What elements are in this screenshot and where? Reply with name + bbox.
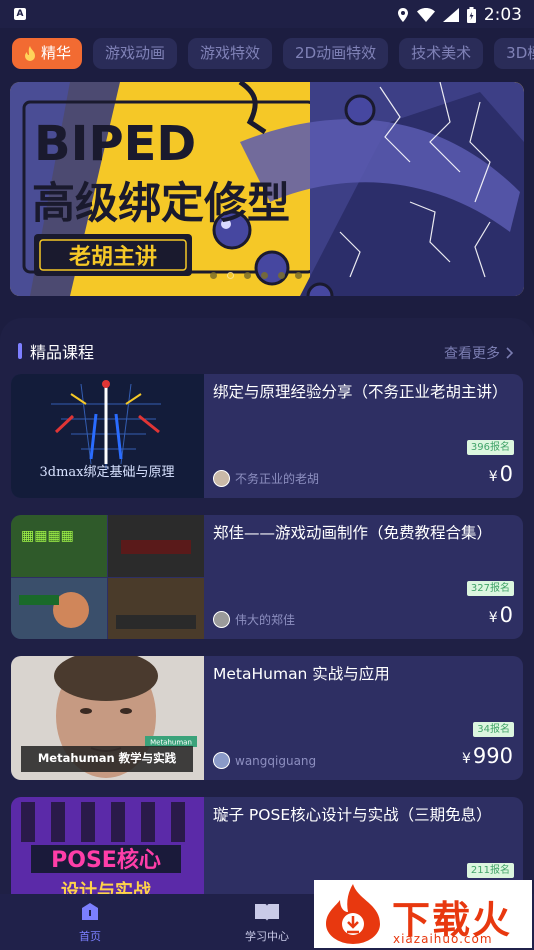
tab-label: 游戏特效 — [200, 44, 261, 62]
banner-pagination — [210, 272, 302, 279]
banner-title: BIPED — [34, 116, 196, 172]
tab-game-effects[interactable]: 游戏特效 — [188, 38, 273, 69]
wifi-icon — [416, 8, 435, 22]
flame-logo-icon — [326, 884, 380, 944]
thumb-caption: POSE核心 — [51, 847, 161, 873]
enroll-badge: 396报名 — [466, 440, 514, 455]
course-price: ¥990 — [462, 744, 513, 768]
course-price: ¥0 — [489, 462, 513, 486]
course-title: 绑定与原理经验分享（不务正业老胡主讲） — [213, 383, 508, 401]
course-title: 璇子 POSE核心设计与实战（三期免息） — [213, 806, 492, 824]
promo-banner[interactable]: BIPED 高级绑定修型 老胡主讲 — [10, 82, 524, 296]
currency-symbol: ¥ — [461, 751, 471, 767]
home-icon — [82, 903, 98, 920]
course-title: MetaHuman 实战与应用 — [213, 665, 390, 683]
notification-icon: A — [14, 8, 26, 20]
author-name: 伟大的郑佳 — [235, 613, 296, 627]
banner-artwork: BIPED 高级绑定修型 老胡主讲 — [10, 82, 524, 296]
tab-2d-animation-effects[interactable]: 2D动画特效 — [283, 38, 389, 69]
tab-game-animation[interactable]: 游戏动画 — [93, 38, 178, 69]
section-header: 精品课程 — [18, 340, 94, 362]
flame-icon — [25, 45, 35, 61]
course-thumbnail: ▦▦▦▦ — [11, 515, 204, 639]
price-value: 0 — [499, 603, 513, 627]
course-author: wangqiguang — [213, 752, 316, 769]
clock: 2:03 — [483, 5, 522, 25]
pagination-dot[interactable] — [227, 272, 234, 279]
battery-icon — [466, 7, 476, 23]
course-title: 郑佳——游戏动画制作（免费教程合集） — [213, 524, 493, 542]
thumb-caption: Metahuman 教学与实践 — [38, 751, 177, 765]
course-thumbnail: Metahuman Metahuman 教学与实践 — [11, 656, 204, 780]
category-tabs: 精华 游戏动画 游戏特效 2D动画特效 技术美术 3D模 — [12, 38, 534, 72]
tab-label: 2D动画特效 — [295, 44, 377, 62]
tab-label: 精华 — [41, 44, 72, 62]
nav-label: 学习中心 — [245, 930, 289, 943]
price-value: 990 — [472, 744, 513, 768]
pagination-dot[interactable] — [261, 272, 268, 279]
enroll-badge: 34报名 — [473, 722, 514, 737]
signal-icon — [442, 8, 459, 22]
thumb-tag: Metahuman — [150, 739, 192, 747]
svg-text:▦▦▦▦: ▦▦▦▦ — [21, 528, 74, 544]
section-title: 精品课程 — [30, 343, 95, 362]
price-value: 0 — [499, 462, 513, 486]
thumb-caption: 3dmax绑定基础与原理 — [39, 465, 174, 480]
course-card[interactable]: ▦▦▦▦ 郑佳——游戏动画制作（免费教程合集） 327报名 ¥0 伟大的郑佳 — [11, 515, 523, 639]
banner-subtitle: 高级绑定修型 — [32, 179, 290, 229]
enroll-badge: 211报名 — [466, 863, 514, 878]
avatar — [213, 611, 230, 628]
course-author: 不务正业的老胡 — [213, 470, 319, 487]
author-name: 不务正业的老胡 — [235, 472, 320, 486]
pagination-dot[interactable] — [244, 272, 251, 279]
location-icon — [397, 8, 408, 22]
course-thumbnail: 3dmax绑定基础与原理 — [11, 374, 204, 498]
course-card[interactable]: 3dmax绑定基础与原理 绑定与原理经验分享（不务正业老胡主讲） 396报名 ¥… — [11, 374, 523, 498]
avatar — [213, 752, 230, 769]
status-bar: A 2:03 — [0, 0, 534, 28]
pagination-dot[interactable] — [210, 272, 217, 279]
tab-3d-model[interactable]: 3D模 — [494, 38, 534, 69]
see-more-label: 查看更多 — [444, 346, 500, 362]
nav-label: 首页 — [79, 930, 101, 943]
currency-symbol: ¥ — [488, 469, 498, 485]
tab-featured[interactable]: 精华 — [12, 38, 83, 69]
author-name: wangqiguang — [235, 753, 317, 768]
tab-technical-art[interactable]: 技术美术 — [399, 38, 484, 69]
watermark-url: xiazaihuo.com — [393, 932, 493, 946]
pagination-dot[interactable] — [295, 272, 302, 279]
enroll-badge: 327报名 — [466, 581, 514, 596]
status-icons: 2:03 — [397, 5, 522, 25]
see-more-link[interactable]: 查看更多 — [444, 343, 514, 363]
course-author: 伟大的郑佳 — [213, 611, 295, 628]
section-accent-bar — [18, 343, 22, 359]
pagination-dot[interactable] — [278, 272, 285, 279]
course-card[interactable]: Metahuman Metahuman 教学与实践 MetaHuman 实战与应… — [11, 656, 523, 780]
course-price: ¥0 — [489, 603, 513, 627]
chevron-right-icon — [506, 347, 514, 359]
nav-home[interactable]: 首页 — [50, 902, 130, 944]
banner-tag: 老胡主讲 — [68, 245, 157, 270]
tab-label: 游戏动画 — [105, 44, 166, 62]
avatar — [213, 470, 230, 487]
nav-study-center[interactable]: 学习中心 — [227, 902, 307, 944]
book-icon — [255, 904, 279, 921]
tab-label: 技术美术 — [411, 44, 472, 62]
tab-label: 3D模 — [506, 44, 534, 62]
currency-symbol: ¥ — [488, 610, 498, 626]
